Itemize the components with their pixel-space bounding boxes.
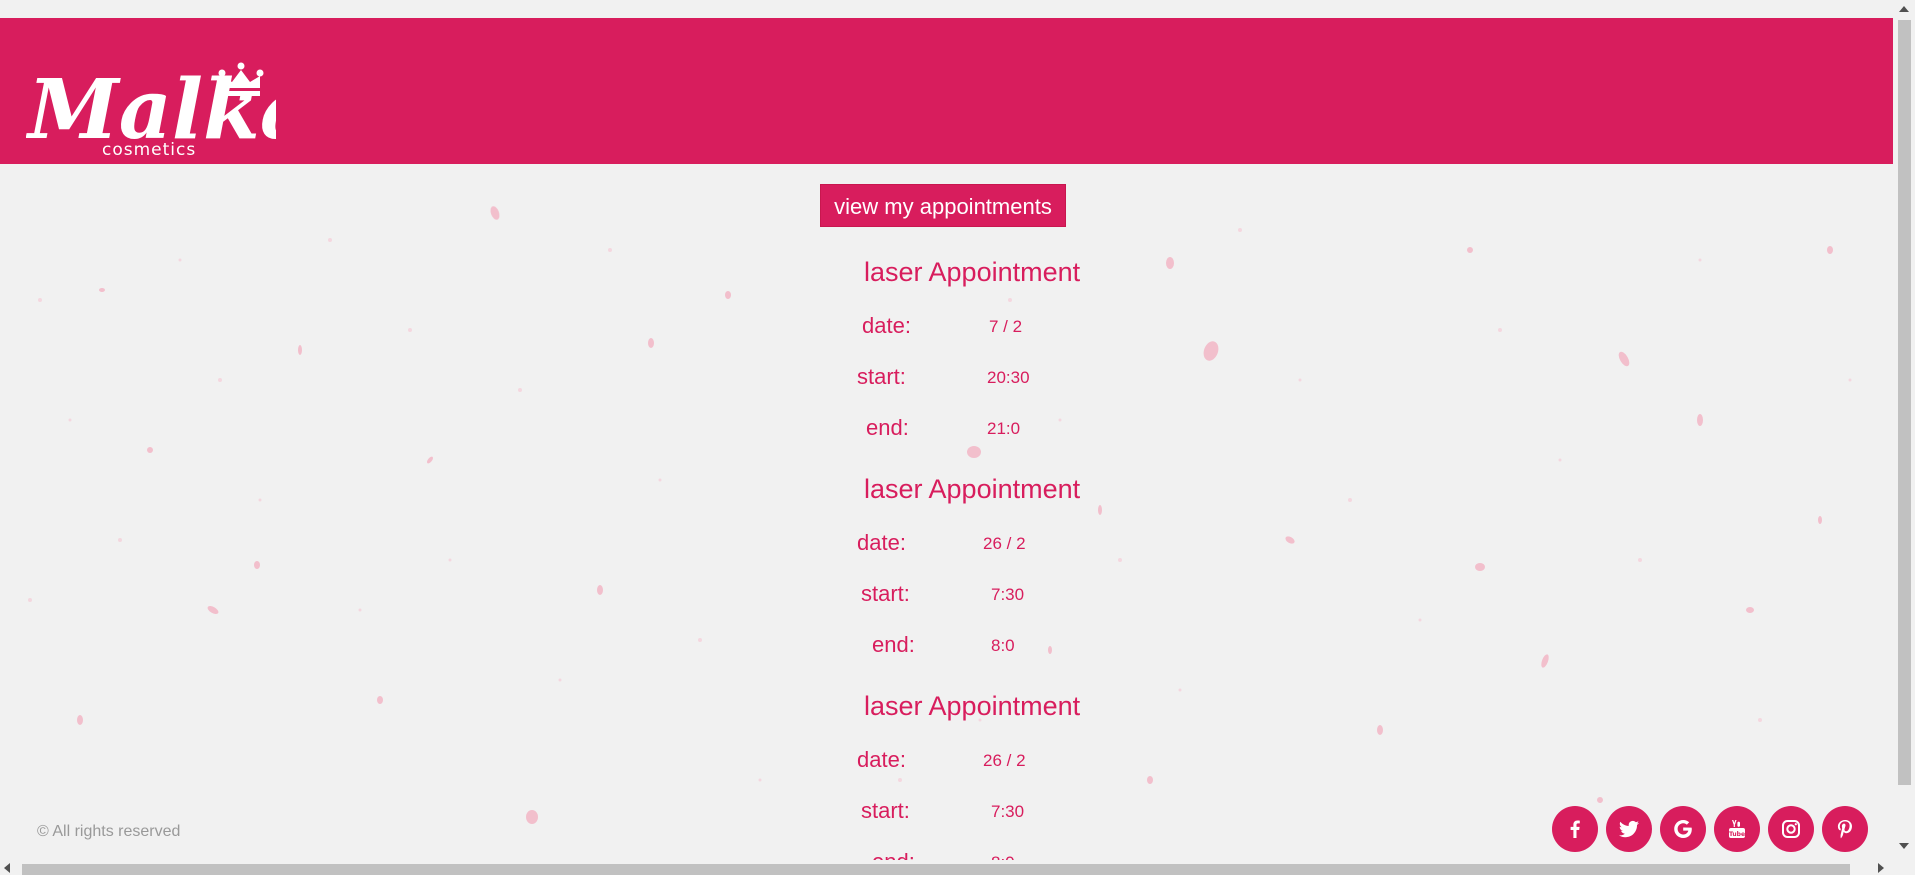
appointment-title: laser Appointment — [864, 474, 1081, 504]
end-label: end: — [866, 415, 909, 440]
vertical-scrollbar[interactable] — [1893, 0, 1915, 860]
scroll-left-arrow-icon[interactable] — [4, 863, 10, 873]
facebook-icon[interactable] — [1552, 806, 1598, 852]
copyright-text: © All rights reserved — [37, 823, 181, 840]
logo-subtext: cosmetics — [102, 140, 196, 160]
date-label: date: — [857, 747, 906, 772]
end-label: end: — [872, 632, 915, 657]
youtube-icon[interactable]: Tube — [1714, 806, 1760, 852]
date-label: date: — [857, 530, 906, 555]
view-my-appointments-button[interactable]: view my appointments — [820, 184, 1066, 227]
start-label: start: — [857, 364, 906, 389]
svg-text:Tube: Tube — [1729, 831, 1745, 838]
end-value: 8:0 — [991, 636, 1015, 655]
start-value: 20:30 — [987, 368, 1030, 387]
scroll-up-arrow-icon[interactable] — [1899, 6, 1909, 12]
pinterest-icon[interactable] — [1822, 806, 1868, 852]
scroll-down-arrow-icon[interactable] — [1899, 843, 1909, 849]
start-value: 7:30 — [991, 585, 1025, 604]
start-label: start: — [861, 581, 910, 606]
date-value: 26 / 2 — [983, 534, 1026, 553]
date-label: date: — [862, 313, 911, 338]
malka-logo[interactable]: Malka cosmetics — [26, 48, 276, 163]
start-label: start: — [861, 798, 910, 823]
appointment-title: laser Appointment — [864, 257, 1081, 287]
scroll-right-arrow-icon[interactable] — [1878, 863, 1884, 873]
twitter-icon[interactable] — [1606, 806, 1652, 852]
site-header: Malka cosmetics — [0, 18, 1893, 164]
horizontal-scrollbar[interactable] — [0, 860, 1893, 875]
date-value: 7 / 2 — [989, 317, 1023, 336]
vertical-scroll-thumb[interactable] — [1898, 20, 1911, 785]
top-strip — [0, 0, 1893, 18]
google-icon[interactable] — [1660, 806, 1706, 852]
end-value: 21:0 — [987, 419, 1021, 438]
instagram-icon[interactable] — [1768, 806, 1814, 852]
date-value: 26 / 2 — [983, 751, 1026, 770]
start-value: 7:30 — [991, 802, 1025, 821]
horizontal-scroll-thumb[interactable] — [22, 864, 1850, 875]
appointment-title: laser Appointment — [864, 691, 1081, 721]
